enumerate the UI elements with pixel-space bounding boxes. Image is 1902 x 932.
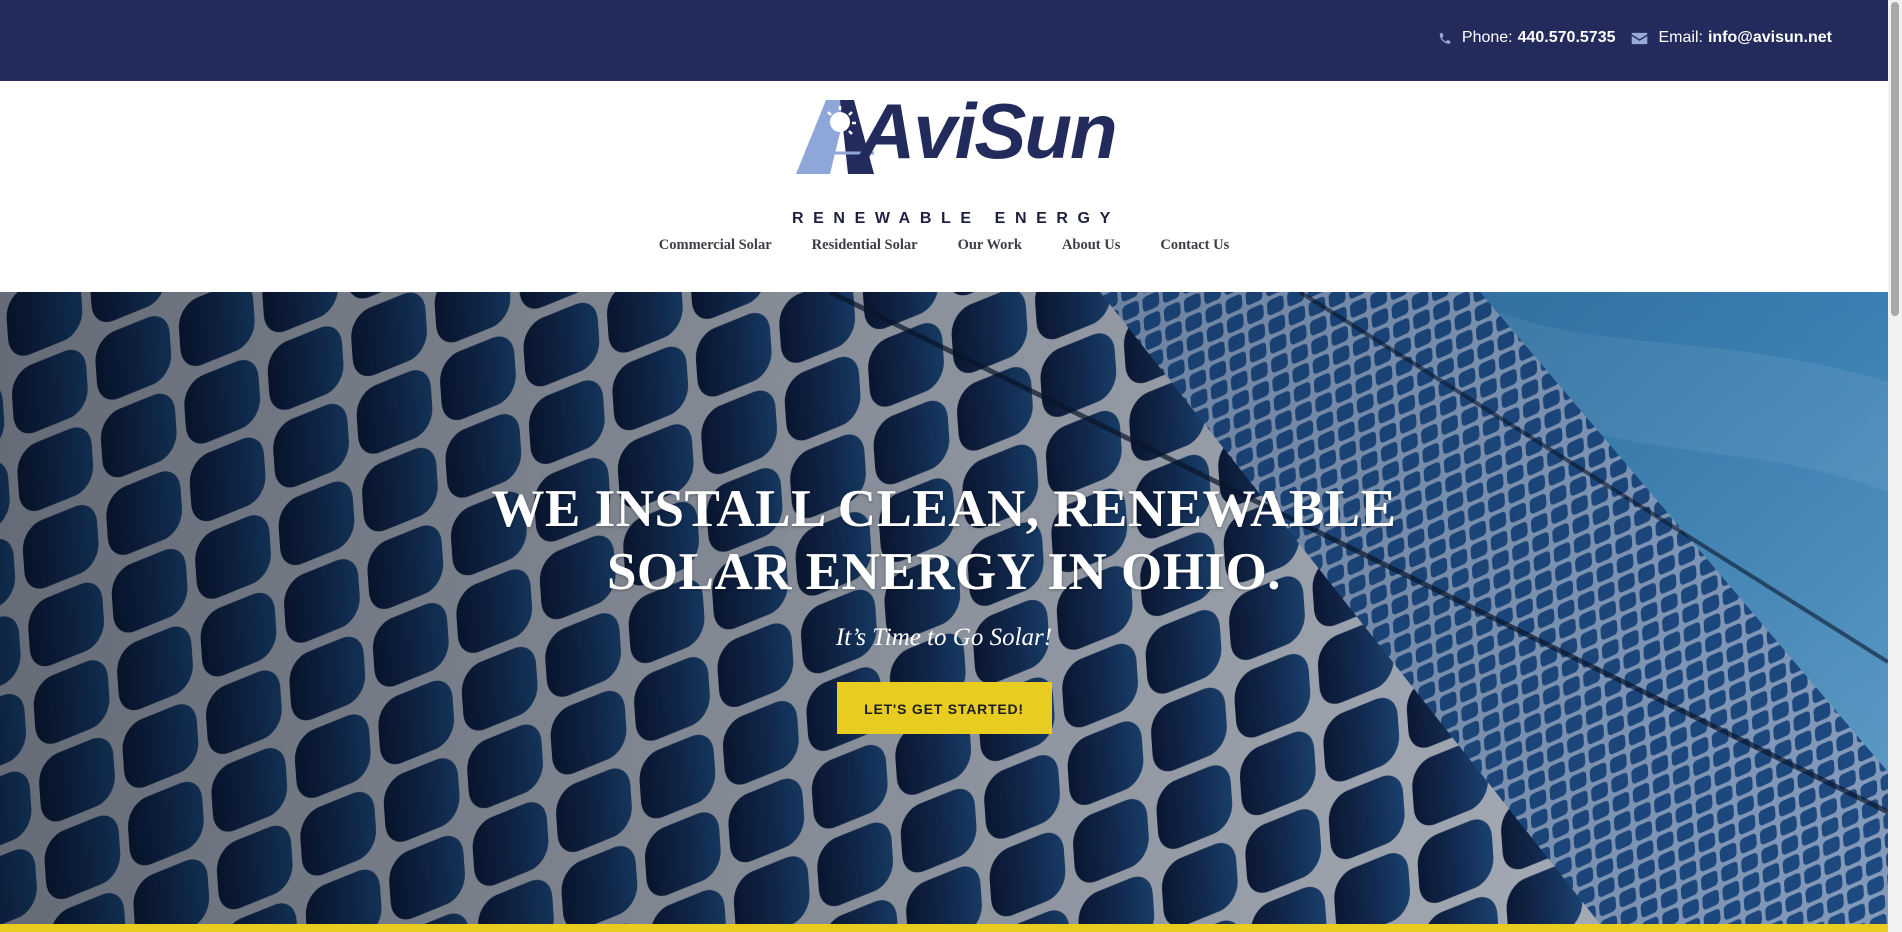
contact-info: Phone: 440.570.5735 Email: info@avisun.n… [1438, 27, 1832, 49]
site-header: AviSun RENEWABLE ENERGY Commercial Solar… [0, 81, 1888, 292]
yellow-accent-band [0, 924, 1888, 932]
main-nav: Commercial Solar Residential Solar Our W… [0, 237, 1888, 254]
hero-title-line-1: WE INSTALL CLEAN, RENEWABLE [491, 480, 1397, 538]
email-label: Email: [1658, 29, 1703, 46]
phone-icon [1439, 32, 1451, 44]
nav-residential-solar[interactable]: Residential Solar [812, 237, 918, 254]
top-contact-bar: Phone: 440.570.5735 Email: info@avisun.n… [0, 0, 1888, 81]
scrollbar-thumb[interactable] [1891, 2, 1899, 316]
hero-title: WE INSTALL CLEAN, RENEWABLE SOLAR ENERGY… [0, 478, 1888, 604]
get-started-button[interactable]: LET'S GET STARTED! [836, 682, 1052, 734]
hero-subtitle: It’s Time to Go Solar! [835, 624, 1053, 651]
avisun-logo[interactable]: AviSun RENEWABLE ENERGY [788, 92, 1118, 227]
nav-contact-us[interactable]: Contact Us [1160, 237, 1229, 254]
logo-tagline: RENEWABLE ENERGY [792, 210, 1120, 227]
phone-label: Phone: [1461, 29, 1513, 46]
email-link[interactable]: Email: info@avisun.net [1631, 29, 1832, 47]
phone-number[interactable]: 440.570.5735 [1518, 29, 1616, 47]
hero-section: WE INSTALL CLEAN, RENEWABLE SOLAR ENERGY… [0, 292, 1888, 924]
email-address[interactable]: info@avisun.net [1708, 29, 1832, 47]
nav-commercial-solar[interactable]: Commercial Solar [659, 237, 772, 254]
nav-our-work[interactable]: Our Work [958, 237, 1022, 254]
page-scrollbar[interactable] [1888, 0, 1902, 932]
nav-about-us[interactable]: About Us [1062, 237, 1120, 254]
hero-content: WE INSTALL CLEAN, RENEWABLE SOLAR ENERGY… [0, 478, 1888, 734]
logo-wordmark: AviSun [859, 87, 1118, 175]
phone-link[interactable]: Phone: 440.570.5735 [1438, 29, 1616, 47]
hero-title-line-2: SOLAR ENERGY IN OHIO. [606, 543, 1282, 601]
envelope-icon [1632, 32, 1648, 44]
page: Phone: 440.570.5735 Email: info@avisun.n… [0, 0, 1888, 932]
